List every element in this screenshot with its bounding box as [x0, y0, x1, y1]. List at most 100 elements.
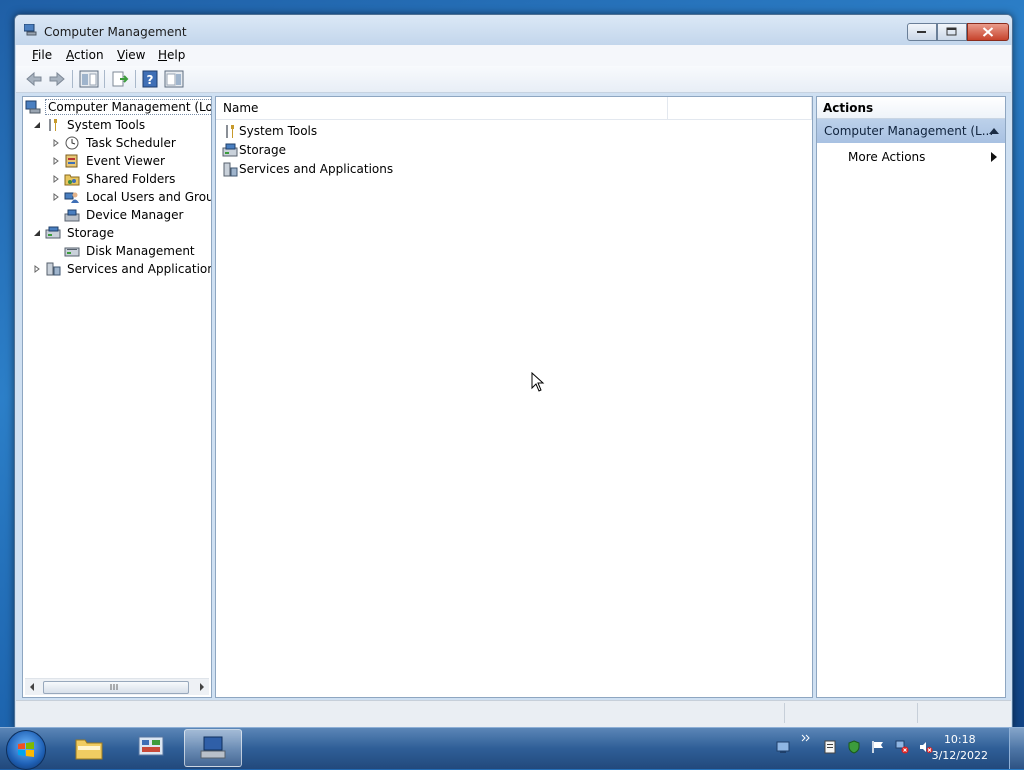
system-clock[interactable]: 10:18 3/12/2022	[932, 732, 988, 764]
console-tree-pane[interactable]: Computer Management (Local System Tools …	[22, 96, 212, 698]
tree-item-label: Disk Management	[86, 244, 195, 258]
collapse-arrow-icon	[34, 230, 40, 236]
tree-item-label: System Tools	[67, 118, 146, 132]
clock-date: 3/12/2022	[931, 749, 988, 762]
clipboard-icon[interactable]	[823, 740, 837, 754]
column-header-name[interactable]: Name	[223, 101, 258, 115]
storage-icon	[222, 143, 238, 157]
scroll-left-icon[interactable]	[29, 683, 35, 691]
svg-text:?: ?	[147, 73, 154, 87]
collapse-arrow-icon	[34, 122, 40, 128]
security-shield-icon[interactable]	[847, 740, 861, 754]
network-disconnected-icon[interactable]	[895, 740, 909, 754]
show-hide-console-tree-icon[interactable]	[79, 70, 99, 88]
list-header: Name	[216, 97, 812, 120]
maximize-button[interactable]	[937, 23, 967, 41]
tree-item-label: Computer Management (Local	[45, 99, 211, 115]
tree-item-local-users-and-groups[interactable]: Local Users and Groups	[23, 188, 211, 206]
start-button[interactable]	[6, 730, 46, 770]
tree-horizontal-scrollbar[interactable]	[25, 678, 209, 695]
back-icon[interactable]	[24, 70, 44, 88]
actions-section-label: Computer Management (L...	[824, 124, 994, 138]
forward-icon[interactable]	[47, 70, 67, 88]
tree-item-system-tools[interactable]: System Tools	[23, 116, 211, 134]
minimize-icon	[917, 31, 926, 33]
control-panel-icon	[138, 736, 164, 756]
tree-item-shared-folders[interactable]: Shared Folders	[23, 170, 211, 188]
column-divider[interactable]	[811, 97, 812, 119]
status-divider	[917, 703, 918, 723]
export-list-icon[interactable]	[111, 70, 131, 88]
clock-icon	[65, 136, 79, 150]
results-pane: Name System Tools Storage Services and A…	[215, 96, 813, 698]
action-center-flag-icon[interactable]	[871, 740, 885, 754]
collapse-up-icon[interactable]	[989, 128, 999, 134]
tree-item-computer-management-root[interactable]: Computer Management (Local	[23, 98, 211, 116]
show-desktop-button[interactable]	[1009, 728, 1024, 769]
toolbar: ?	[16, 66, 1011, 93]
tree-item-label: Services and Applications	[67, 262, 212, 276]
tools-icon	[49, 119, 57, 131]
toolbar-separator	[104, 70, 105, 88]
computer-management-window: Computer Management File Action View Hel…	[14, 14, 1013, 729]
menu-help[interactable]: Help	[158, 48, 185, 62]
close-icon	[982, 27, 994, 37]
tree-item-label: Local Users and Groups	[86, 190, 211, 204]
expand-arrow-icon	[53, 193, 59, 201]
taskbar-windows-explorer[interactable]	[60, 729, 118, 767]
list-item-label: Storage	[239, 143, 286, 157]
tree-item-device-manager[interactable]: Device Manager	[23, 206, 211, 224]
status-bar	[16, 700, 1011, 727]
clock-time: 10:18	[943, 733, 976, 746]
menu-action[interactable]: Action	[66, 48, 104, 62]
list-item-label: Services and Applications	[239, 162, 394, 176]
tree-item-disk-management[interactable]: Disk Management	[23, 242, 211, 260]
services-icon	[223, 162, 238, 177]
taskbar: 10:18 3/12/2022	[0, 727, 1024, 770]
more-actions-item[interactable]: More Actions	[848, 148, 1005, 166]
list-item-label: System Tools	[239, 124, 318, 138]
minimize-button[interactable]	[907, 23, 937, 41]
menu-bar: File Action View Help	[16, 45, 1011, 66]
tree-item-services-and-applications[interactable]: Services and Applications	[23, 260, 212, 278]
taskbar-computer-management[interactable]	[184, 729, 242, 767]
expand-arrow-icon	[53, 139, 59, 147]
column-divider[interactable]	[667, 97, 668, 119]
tree-item-storage[interactable]: Storage	[23, 224, 211, 242]
windows-logo-icon	[18, 742, 34, 757]
tree-item-event-viewer[interactable]: Event Viewer	[23, 152, 211, 170]
more-actions-label: More Actions	[848, 150, 926, 164]
expand-arrow-icon	[34, 265, 40, 273]
taskbar-control-panel[interactable]	[122, 729, 180, 767]
submenu-arrow-icon	[991, 152, 997, 162]
help-icon[interactable]: ?	[141, 70, 161, 88]
title-bar[interactable]: Computer Management	[15, 15, 1012, 45]
actions-header: Actions	[817, 97, 1005, 119]
show-hidden-icons-icon[interactable]	[801, 734, 811, 742]
mouse-cursor-icon	[531, 372, 545, 392]
close-button[interactable]	[967, 23, 1009, 41]
services-icon	[46, 262, 61, 276]
scrollbar-thumb[interactable]	[43, 681, 189, 694]
tree-item-label: Device Manager	[86, 208, 184, 222]
tree-item-label: Event Viewer	[86, 154, 165, 168]
storage-icon	[45, 226, 61, 239]
toolbar-separator	[72, 70, 73, 88]
expand-arrow-icon	[53, 157, 59, 165]
menu-file[interactable]: File	[32, 48, 52, 62]
actions-section-computer-management[interactable]: Computer Management (L...	[817, 119, 1005, 143]
actions-pane: Actions Computer Management (L... More A…	[816, 96, 1006, 698]
device-manager-icon	[64, 209, 80, 222]
expand-arrow-icon	[53, 175, 59, 183]
status-divider	[784, 703, 785, 723]
computer-management-app-icon	[24, 24, 37, 36]
network-monitor-icon[interactable]	[776, 740, 790, 754]
computer-management-icon	[200, 736, 226, 759]
show-hide-action-pane-icon[interactable]	[164, 70, 184, 88]
scroll-right-icon[interactable]	[199, 683, 205, 691]
tree-item-task-scheduler[interactable]: Task Scheduler	[23, 134, 211, 152]
computer-management-icon	[25, 100, 41, 114]
menu-view[interactable]: View	[117, 48, 145, 62]
folder-icon	[75, 739, 103, 760]
tools-icon	[226, 125, 234, 138]
